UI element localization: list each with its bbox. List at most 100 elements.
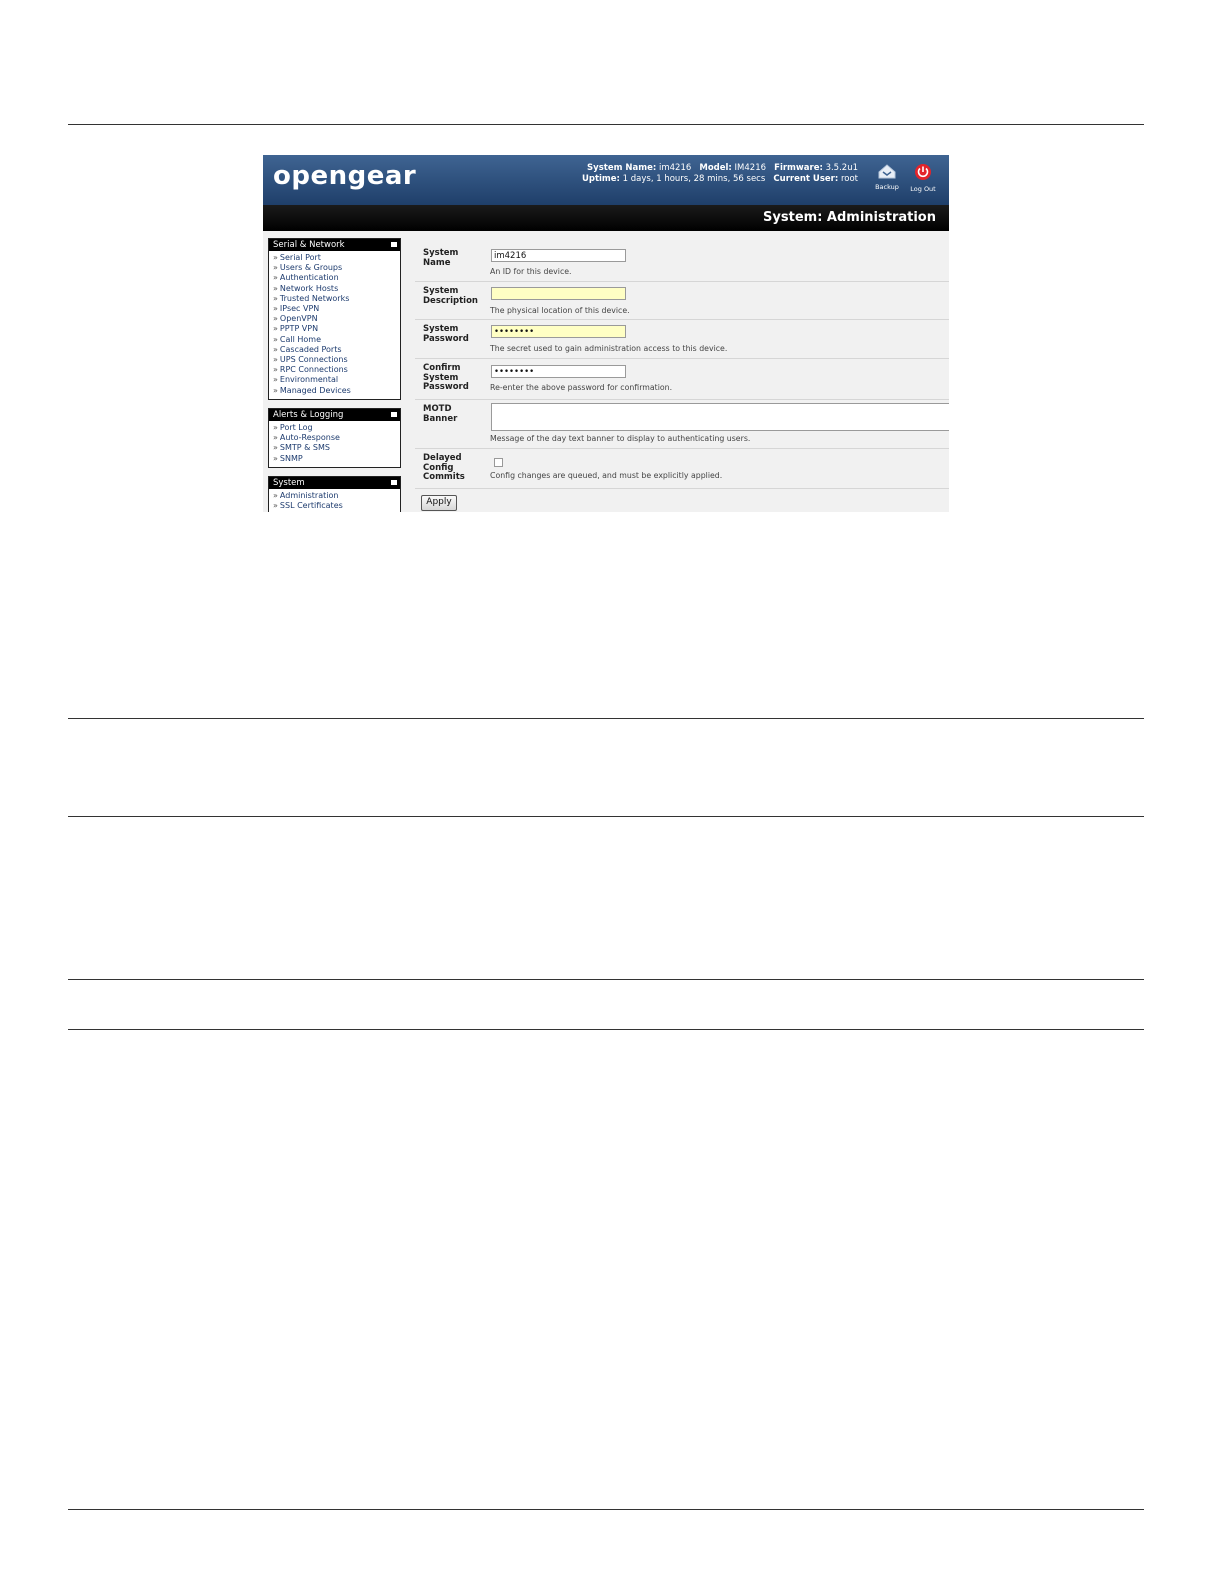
- sidebar-item-label: SMTP & SMS: [279, 443, 330, 453]
- opengear-logo: opengear: [273, 161, 417, 191]
- bullet-icon: »: [273, 443, 278, 453]
- sidebar-item-rpc-connections[interactable]: » RPC Connections: [273, 365, 400, 375]
- sidebar-item-port-log[interactable]: » Port Log: [273, 423, 400, 433]
- menu-alerts-logging: Alerts & Logging » Port Log» Auto-Response…: [268, 408, 401, 468]
- backup-label: Backup: [875, 183, 899, 191]
- logout-button[interactable]: Log Out: [906, 163, 940, 193]
- menu-header[interactable]: Serial & Network: [269, 239, 400, 251]
- sidebar-item-label: Trusted Networks: [279, 293, 350, 303]
- sidebar-item-pptp-vpn[interactable]: » PPTP VPN: [273, 324, 400, 334]
- bullet-icon: »: [273, 304, 278, 314]
- firmware-label: Firmware:: [774, 163, 823, 173]
- sidebar-item-label: RPC Connections: [279, 365, 348, 375]
- sidebar-item-network-hosts[interactable]: » Network Hosts: [273, 284, 400, 294]
- sidebar-item-openvpn[interactable]: » OpenVPN: [273, 314, 400, 324]
- backup-button[interactable]: Backup: [870, 163, 904, 191]
- header-banner: opengear System Name: im4216 Model: IM42…: [263, 155, 949, 205]
- sidebar-item-environmental[interactable]: » Environmental: [273, 375, 400, 385]
- current-user-label: Current User:: [773, 174, 839, 184]
- apply-button[interactable]: Apply: [421, 495, 457, 511]
- bullet-icon: »: [273, 501, 278, 511]
- row-system-password: System Password •••••••• The secret used …: [415, 319, 949, 359]
- sidebar-item-cascaded-ports[interactable]: » Cascaded Ports: [273, 345, 400, 355]
- sidebar-item-snmp[interactable]: » SNMP: [273, 454, 400, 464]
- page-rule-3: [68, 979, 1144, 980]
- sidebar-item-ups-connections[interactable]: » UPS Connections: [273, 355, 400, 365]
- system-description-hint: The physical location of this device.: [490, 306, 630, 315]
- motd-banner-hint: Message of the day text banner to displa…: [490, 434, 751, 443]
- confirm-password-input[interactable]: ••••••••: [491, 365, 626, 378]
- sidebar-item-label: Cascaded Ports: [279, 344, 342, 354]
- system-description-input[interactable]: [491, 287, 626, 300]
- bullet-icon: »: [273, 263, 278, 273]
- sidebar-item-label: SSL Certificates: [279, 501, 343, 511]
- delayed-commits-hint: Config changes are queued, and must be e…: [490, 471, 723, 480]
- page-rule-2: [68, 816, 1144, 817]
- sidebar-item-managed-devices[interactable]: » Managed Devices: [273, 386, 400, 396]
- sidebar-item-label: IPsec VPN: [279, 304, 320, 314]
- menu-list: » Port Log» Auto-Response» SMTP & SMS» SNMP: [269, 421, 400, 467]
- sidebar-item-serial-port[interactable]: » Serial Port: [273, 253, 400, 263]
- sidebar-item-label: Managed Devices: [279, 385, 351, 395]
- current-user-value: root: [840, 174, 858, 184]
- bullet-icon: »: [273, 293, 278, 303]
- page-rule-1: [68, 718, 1144, 719]
- bullet-icon: »: [273, 423, 278, 432]
- bullet-icon: »: [273, 324, 278, 334]
- minimize-icon[interactable]: [391, 412, 397, 417]
- model-label: Model:: [699, 163, 732, 173]
- row-system-name: System Name im4216 An ID for this device.: [415, 241, 949, 282]
- sidebar-item-trusted-networks[interactable]: » Trusted Networks: [273, 294, 400, 304]
- sidebar-item-label: Serial Port: [279, 253, 321, 262]
- motd-banner-textarea[interactable]: [491, 403, 949, 431]
- row-motd-banner: MOTD Banner Message of the day text banne…: [415, 399, 949, 449]
- sidebar-item-ssl-certificates[interactable]: » SSL Certificates: [273, 501, 400, 511]
- system-name-label: System Name:: [587, 163, 657, 173]
- menu-list: » Administration» SSL Certificates: [269, 489, 400, 512]
- bullet-icon: »: [273, 283, 278, 293]
- sidebar-item-label: Administration: [279, 491, 339, 500]
- motd-banner-field-label: MOTD Banner: [423, 404, 458, 424]
- minimize-icon[interactable]: [391, 480, 397, 485]
- bullet-icon: »: [273, 365, 278, 375]
- system-password-input[interactable]: ••••••••: [491, 325, 626, 338]
- system-password-field-label: System Password: [423, 324, 469, 344]
- sidebar-item-ipsec-vpn[interactable]: » IPsec VPN: [273, 304, 400, 314]
- sidebar-item-administration[interactable]: » Administration: [273, 491, 400, 501]
- system-description-field-label: System Description: [423, 286, 478, 306]
- sidebar-item-smtp-sms[interactable]: » SMTP & SMS: [273, 443, 400, 453]
- sidebar-item-auto-response[interactable]: » Auto-Response: [273, 433, 400, 443]
- bullet-icon: »: [273, 355, 278, 365]
- sidebar-item-call-home[interactable]: » Call Home: [273, 335, 400, 345]
- menu-list: » Serial Port» Users & Groups» Authenticati…: [269, 251, 400, 399]
- confirm-password-field-label: Confirm System Password: [423, 363, 469, 392]
- system-password-hint: The secret used to gain administration a…: [490, 344, 728, 353]
- menu-header[interactable]: System: [269, 477, 400, 489]
- bullet-icon: »: [273, 491, 278, 500]
- sidebar-item-label: PPTP VPN: [279, 324, 319, 334]
- bullet-icon: »: [273, 314, 278, 324]
- minimize-icon[interactable]: [391, 242, 397, 247]
- menu-header[interactable]: Alerts & Logging: [269, 409, 400, 421]
- page-rule-4: [68, 1029, 1144, 1030]
- delayed-commits-field-label: Delayed Config Commits: [423, 453, 465, 482]
- delayed-commits-checkbox[interactable]: [494, 458, 503, 467]
- sidebar-item-label: Users & Groups: [279, 263, 343, 273]
- bullet-icon: »: [273, 433, 278, 443]
- uptime-label: Uptime:: [581, 174, 620, 184]
- system-name-input[interactable]: im4216: [491, 249, 626, 262]
- page-title: System: Administration: [763, 210, 936, 225]
- bullet-icon: »: [273, 375, 278, 385]
- model-value: IM4216: [734, 163, 767, 173]
- backup-icon: [878, 164, 896, 179]
- system-name-hint: An ID for this device.: [490, 267, 572, 276]
- firmware-value: 3.5.2u1: [825, 163, 858, 173]
- sidebar-item-authentication[interactable]: » Authentication: [273, 273, 400, 283]
- sidebar-item-label: UPS Connections: [279, 355, 348, 365]
- sidebar-item-label: Network Hosts: [279, 283, 339, 293]
- page-title-bar: System: Administration: [263, 205, 949, 231]
- sidebar-item-label: Call Home: [279, 334, 322, 344]
- sidebar-item-users-groups[interactable]: » Users & Groups: [273, 263, 400, 273]
- system-info: System Name: im4216 Model: IM4216 Firmwa…: [582, 163, 858, 185]
- confirm-password-hint: Re-enter the above password for confirma…: [490, 383, 673, 392]
